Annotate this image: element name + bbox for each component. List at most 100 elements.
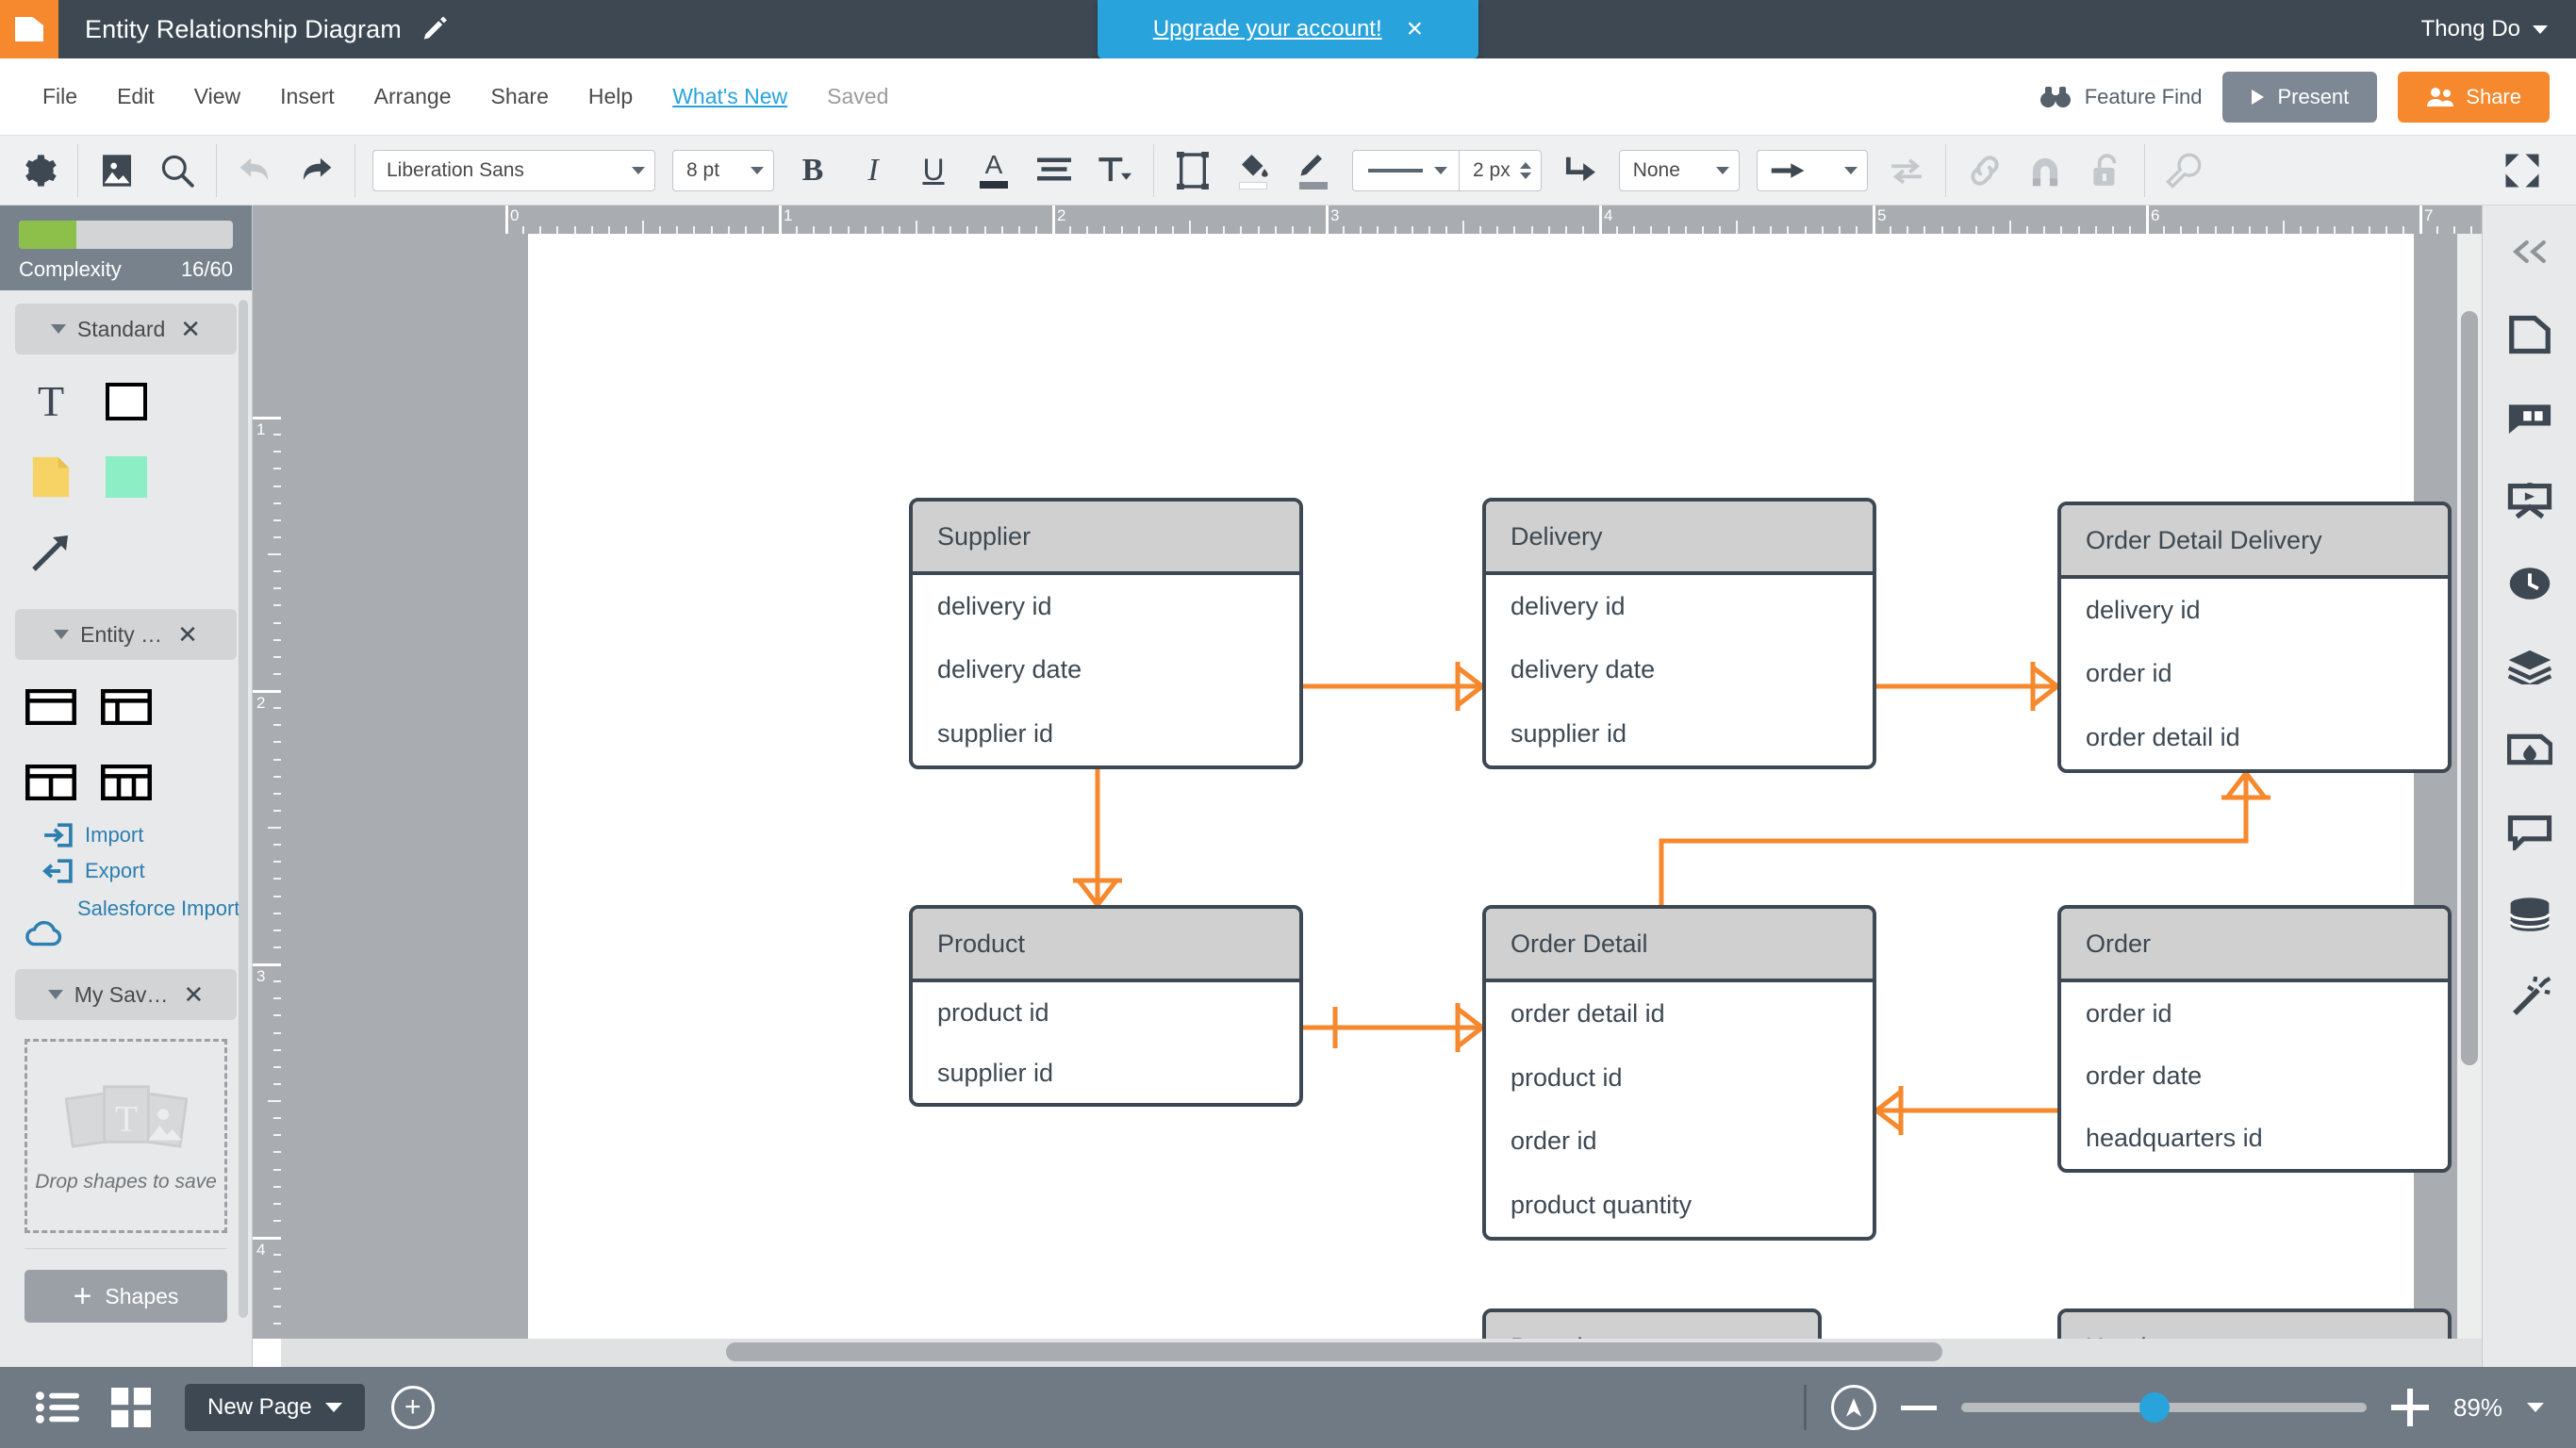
comment-icon[interactable] — [2504, 807, 2555, 858]
navigator-icon[interactable] — [1830, 1385, 1876, 1430]
feature-find-button[interactable]: Feature Find — [2039, 85, 2202, 109]
diagram-page[interactable]: Supplier delivery id delivery date supplier… — [528, 234, 2452, 1339]
upgrade-banner[interactable]: Upgrade your account! × — [1098, 0, 1478, 58]
align-icon[interactable] — [1032, 149, 1076, 192]
note-shape-icon[interactable] — [25, 451, 77, 503]
entity-attribute[interactable]: order id — [2086, 642, 2423, 705]
italic-button[interactable]: I — [851, 149, 895, 192]
pencil-icon[interactable] — [421, 15, 449, 43]
zoom-out-button[interactable] — [1900, 1405, 1937, 1410]
font-size-select[interactable]: 8 pt — [672, 149, 774, 191]
user-menu[interactable]: Thong Do — [2421, 0, 2548, 58]
entity-box[interactable]: Headquartersheadquarters idbranch id — [2057, 1308, 2452, 1339]
close-icon[interactable]: × — [1407, 15, 1424, 43]
entity-title[interactable]: Order — [2061, 909, 2448, 982]
entity-attribute[interactable]: order date — [2086, 1045, 2423, 1107]
entity-title[interactable]: Headquarters — [2061, 1312, 2448, 1339]
chevron-down-icon[interactable] — [50, 324, 66, 334]
salesforce-import-link[interactable]: Salesforce Import — [25, 896, 252, 948]
entity-box[interactable]: Order order id order date headquarters id — [2057, 905, 2452, 1173]
entity-split-icon[interactable] — [25, 756, 77, 809]
entity-attribute[interactable]: delivery date — [1511, 638, 1848, 701]
entity-box[interactable]: Supplier delivery id delivery date supplier… — [909, 498, 1303, 769]
entity-attribute[interactable]: delivery id — [1511, 575, 1848, 638]
menu-item-view[interactable]: View — [174, 76, 260, 117]
line-end-select[interactable] — [1756, 149, 1868, 191]
entity-attribute[interactable]: product quantity — [1511, 1174, 1848, 1238]
import-link[interactable]: Import — [41, 820, 252, 850]
zoom-slider[interactable] — [1960, 1392, 2367, 1423]
swap-ends-icon[interactable] — [1885, 149, 1928, 192]
menu-item-file[interactable]: File — [23, 76, 97, 117]
menu-item-whats-new[interactable]: What's New — [652, 76, 807, 117]
entity-box[interactable]: Branchbranch id — [1482, 1308, 1822, 1339]
connector-icon[interactable] — [1559, 149, 1602, 192]
text-shape-icon[interactable]: T — [25, 375, 77, 428]
presentation-notes-icon[interactable] — [2504, 392, 2555, 443]
zoom-slider-thumb[interactable] — [2139, 1392, 2171, 1423]
entity-attribute[interactable]: order id — [1511, 1110, 1848, 1174]
menu-item-insert[interactable]: Insert — [260, 76, 355, 117]
entity-box[interactable]: Delivery delivery id delivery date supplier… — [1482, 498, 1876, 769]
redo-icon[interactable] — [294, 149, 338, 192]
share-button[interactable]: Share — [2398, 71, 2550, 123]
app-logo[interactable] — [0, 0, 58, 58]
saved-shapes-dropzone[interactable]: T Drop shapes to save — [25, 1039, 227, 1233]
close-icon[interactable]: ✕ — [183, 980, 204, 1010]
stepper-arrows[interactable] — [1519, 161, 1531, 179]
history-icon[interactable] — [2504, 558, 2555, 609]
entity-box[interactable]: Product product id supplier id — [909, 905, 1303, 1107]
menu-item-arrange[interactable]: Arrange — [355, 76, 471, 117]
entity-title[interactable]: Delivery — [1486, 502, 1873, 575]
close-icon[interactable]: ✕ — [180, 315, 201, 344]
section-header-entity[interactable]: Entity … ✕ — [15, 609, 237, 660]
magic-wand-icon[interactable] — [2504, 973, 2555, 1024]
menu-item-share[interactable]: Share — [471, 76, 569, 117]
fullscreen-icon[interactable] — [2501, 149, 2544, 192]
menu-item-edit[interactable]: Edit — [97, 76, 174, 117]
font-color-button[interactable]: A — [972, 149, 1016, 192]
search-icon[interactable] — [156, 149, 199, 192]
canvas-area[interactable]: Supplier delivery id delivery date supplier… — [281, 234, 2482, 1339]
shape-icon[interactable] — [1171, 149, 1214, 192]
entity-box[interactable]: Order Detail order detail id product id ord… — [1482, 905, 1876, 1241]
data-icon[interactable] — [2504, 890, 2555, 941]
canvas-horizontal-scrollbar-thumb[interactable] — [726, 1342, 1942, 1361]
grid-view-icon[interactable] — [104, 1380, 158, 1435]
menu-item-help[interactable]: Help — [569, 76, 652, 117]
entity-box[interactable]: Order Detail Delivery delivery id order id… — [2057, 502, 2452, 773]
entity-attribute[interactable]: headquarters id — [2086, 1107, 2423, 1169]
entity-attribute[interactable]: supplier id — [937, 702, 1275, 765]
arrow-shape-icon[interactable] — [25, 526, 77, 579]
upgrade-link[interactable]: Upgrade your account! — [1153, 16, 1382, 42]
lock-icon[interactable] — [2084, 149, 2127, 192]
present-board-icon[interactable] — [2504, 475, 2555, 526]
gear-icon[interactable] — [17, 149, 60, 192]
rectangle-shape-icon[interactable] — [100, 375, 153, 428]
entity-attribute[interactable]: delivery id — [937, 575, 1275, 638]
link-icon[interactable] — [1963, 149, 2006, 192]
image-fill-icon[interactable] — [2504, 724, 2555, 775]
chevron-down-icon[interactable] — [54, 630, 70, 639]
line-start-select[interactable]: None — [1618, 149, 1740, 191]
entity-attribute[interactable]: order id — [2086, 982, 2423, 1045]
font-family-select[interactable]: Liberation Sans — [372, 149, 655, 191]
fill-icon[interactable] — [1231, 149, 1275, 192]
canvas-vertical-scrollbar-thumb[interactable] — [2461, 311, 2478, 1065]
entity-attribute[interactable]: supplier id — [1511, 702, 1848, 765]
left-panel-scrollbar[interactable] — [239, 300, 248, 1318]
section-header-standard[interactable]: Standard ✕ — [15, 304, 237, 354]
add-shapes-button[interactable]: + Shapes — [25, 1270, 227, 1323]
entity-title[interactable]: Order Detail — [1486, 909, 1873, 982]
chevron-down-icon[interactable] — [47, 990, 63, 999]
document-title[interactable]: Entity Relationship Diagram — [85, 15, 402, 44]
line-style-select[interactable] — [1353, 166, 1459, 174]
list-view-icon[interactable] — [30, 1380, 85, 1435]
bold-button[interactable]: B — [791, 149, 834, 192]
entity-attribute[interactable]: delivery id — [2086, 579, 2423, 642]
entity-attribute[interactable]: delivery date — [937, 638, 1275, 701]
wrench-icon[interactable] — [2162, 149, 2205, 192]
present-button[interactable]: Present — [2222, 71, 2378, 123]
entity-1-col-icon[interactable] — [25, 681, 77, 733]
text-options-icon[interactable] — [1093, 149, 1136, 192]
